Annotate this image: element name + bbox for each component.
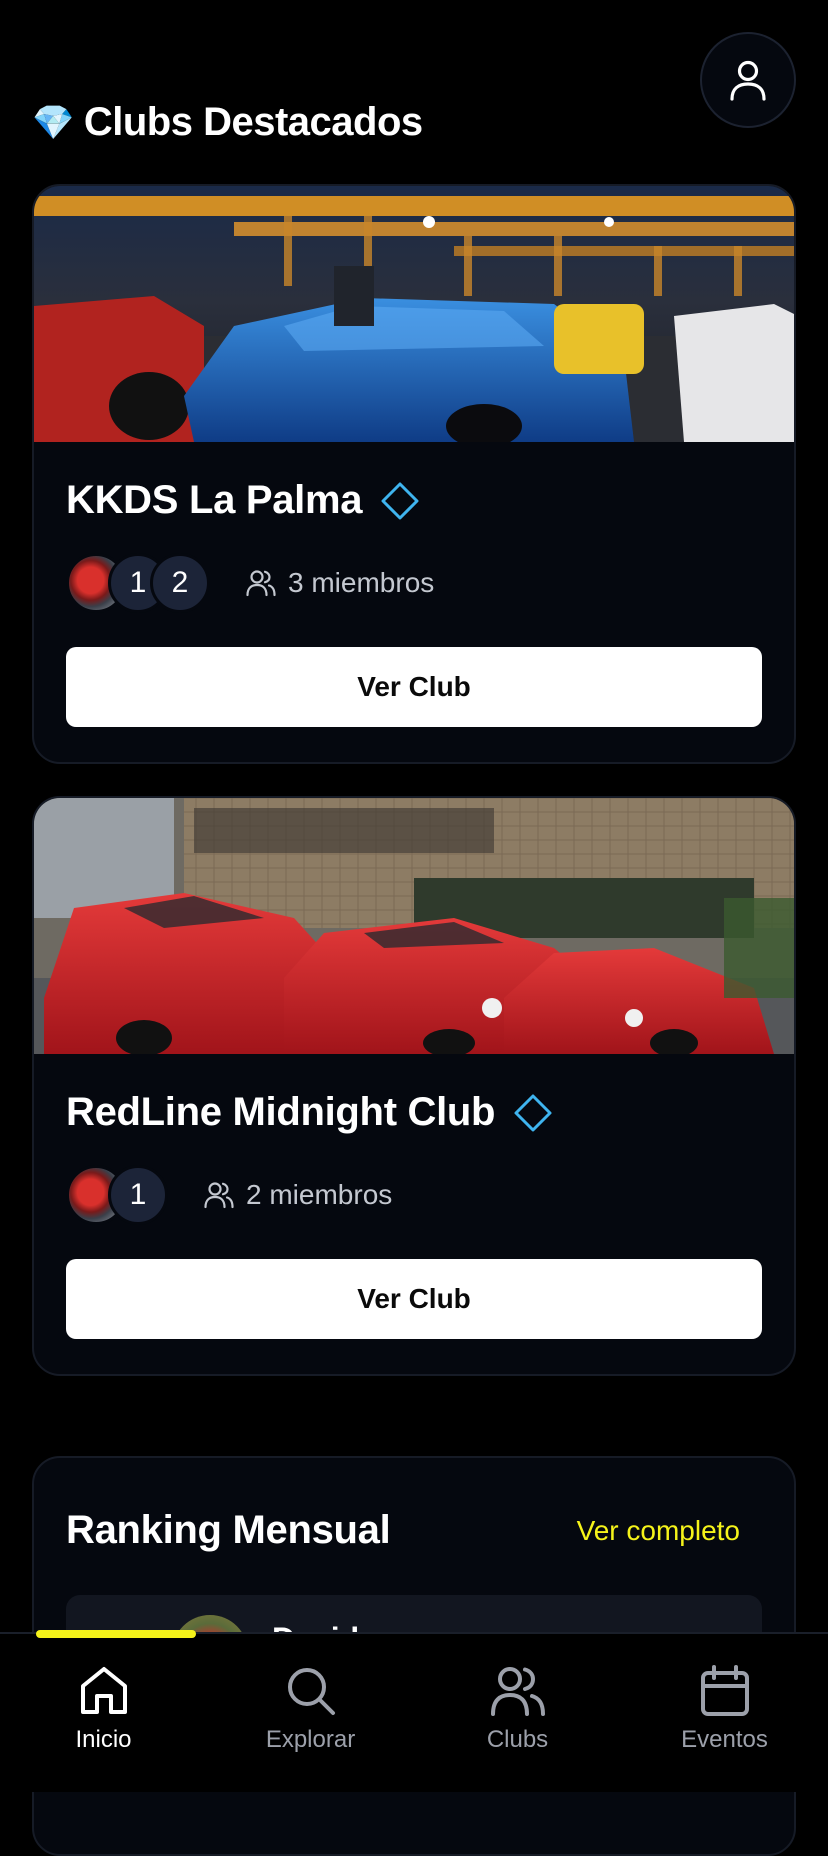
gem-icon: 💎 <box>32 103 74 142</box>
club-name: KKDS La Palma <box>66 478 363 522</box>
club-cover-image <box>34 186 794 442</box>
users-icon <box>490 1667 545 1716</box>
view-club-button[interactable]: Ver Club <box>66 647 762 727</box>
club-cover-image <box>34 798 794 1054</box>
diamond-outline-icon <box>381 482 419 519</box>
nav-label: Explorar <box>265 1726 356 1753</box>
club-card[interactable]: KKDS La Palma 1 2 3 miembros Ver Club <box>32 184 796 764</box>
nav-item-clubs[interactable]: Clubs <box>414 1634 621 1792</box>
member-avatar: 1 <box>108 1165 168 1225</box>
home-icon <box>80 1667 127 1714</box>
member-count: 3 miembros <box>246 567 434 599</box>
member-avatars: 1 2 <box>66 553 210 613</box>
nav-label: Inicio <box>75 1726 132 1753</box>
member-avatar: 2 <box>150 553 210 613</box>
member-count-label: 3 miembros <box>288 567 435 598</box>
ranking-title: Ranking Mensual <box>66 1508 391 1552</box>
nav-item-explorar[interactable]: Explorar <box>207 1634 414 1792</box>
users-icon <box>204 1182 234 1209</box>
club-name: RedLine Midnight Club <box>66 1090 496 1134</box>
active-tab-indicator <box>36 1630 196 1638</box>
view-full-ranking-link[interactable]: Ver completo <box>577 1515 740 1547</box>
diamond-outline-icon <box>514 1094 552 1131</box>
user-icon <box>730 60 766 101</box>
users-icon <box>246 570 276 597</box>
search-icon <box>287 1668 335 1715</box>
calendar-icon <box>700 1665 749 1716</box>
nav-item-eventos[interactable]: Eventos <box>621 1634 828 1792</box>
member-avatars: 1 <box>66 1165 168 1225</box>
nav-label: Eventos <box>681 1726 768 1753</box>
section-title: Clubs Destacados <box>83 100 423 144</box>
view-club-button[interactable]: Ver Club <box>66 1259 762 1339</box>
bottom-navigation: Inicio Explorar Clubs Eventos <box>0 1630 828 1792</box>
nav-label: Clubs <box>486 1726 549 1753</box>
profile-button[interactable] <box>700 32 796 128</box>
member-count-label: 2 miembros <box>246 1179 393 1210</box>
nav-item-inicio[interactable]: Inicio <box>0 1634 207 1792</box>
club-card[interactable]: RedLine Midnight Club 1 2 miembros Ver C… <box>32 796 796 1376</box>
section-header: 💎 Clubs Destacados <box>32 100 423 145</box>
member-count: 2 miembros <box>204 1179 392 1211</box>
